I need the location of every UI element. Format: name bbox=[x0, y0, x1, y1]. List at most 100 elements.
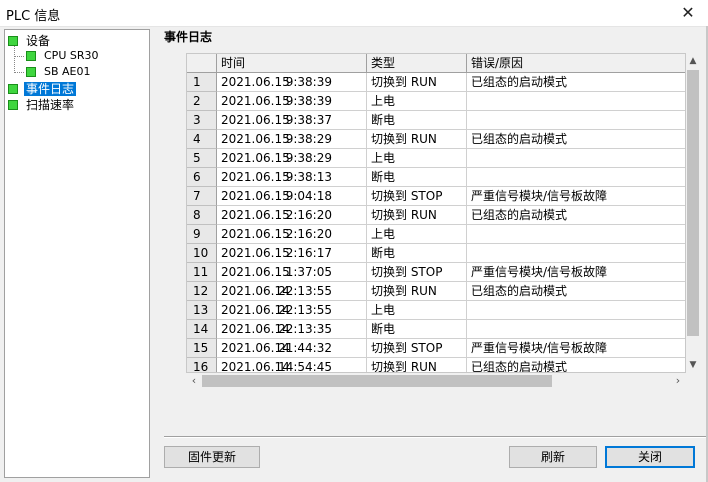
table-row[interactable]: 12 2021.06.14 22:13:55 切换到 RUN 已组态的启动模式 bbox=[187, 282, 685, 301]
time-value: 22:13:55 bbox=[278, 303, 332, 317]
table-row[interactable]: 4 2021.06.15 9:38:29 切换到 RUN 已组态的启动模式 bbox=[187, 130, 685, 149]
row-number: 9 bbox=[187, 225, 217, 244]
type-cell: 切换到 STOP bbox=[367, 263, 467, 282]
time-value: 2:16:20 bbox=[285, 227, 332, 241]
table-row[interactable]: 14 2021.06.14 22:13:35 断电 bbox=[187, 320, 685, 339]
firmware-update-button[interactable]: 固件更新 bbox=[164, 446, 260, 468]
type-cell: 断电 bbox=[367, 168, 467, 187]
table-row[interactable]: 3 2021.06.15 9:38:37 断电 bbox=[187, 111, 685, 130]
tree-item-device[interactable]: 设备 bbox=[8, 32, 52, 48]
table-row[interactable]: 9 2021.06.15 2:16:20 上电 bbox=[187, 225, 685, 244]
time-cell: 2021.06.15 9:38:39 bbox=[217, 92, 367, 111]
tree-item-cpu[interactable]: CPU SR30 bbox=[26, 48, 100, 64]
time-cell: 2021.06.15 9:38:13 bbox=[217, 168, 367, 187]
row-number: 1 bbox=[187, 73, 217, 92]
header-num[interactable] bbox=[187, 54, 217, 72]
date-value: 2021.06.15 bbox=[221, 170, 290, 184]
section-title: 事件日志 bbox=[164, 30, 213, 44]
time-value: 21:44:32 bbox=[278, 341, 332, 355]
time-value: 9:38:39 bbox=[285, 94, 332, 108]
time-value: 2:16:17 bbox=[285, 246, 332, 260]
scroll-down-icon[interactable]: ▼ bbox=[686, 357, 700, 373]
table-row[interactable]: 1 2021.06.15 9:38:39 切换到 RUN 已组态的启动模式 bbox=[187, 73, 685, 92]
table-row[interactable]: 2 2021.06.15 9:38:39 上电 bbox=[187, 92, 685, 111]
table-row[interactable]: 6 2021.06.15 9:38:13 断电 bbox=[187, 168, 685, 187]
refresh-button[interactable]: 刷新 bbox=[509, 446, 597, 468]
time-cell: 2021.06.15 9:38:29 bbox=[217, 149, 367, 168]
time-cell: 2021.06.15 2:16:17 bbox=[217, 244, 367, 263]
event-log-table: 时间 类型 错误/原因 1 2021.06.15 9:38:39 切换到 RUN 已组态… bbox=[186, 53, 686, 373]
status-ok-icon bbox=[8, 99, 18, 110]
row-number: 5 bbox=[187, 149, 217, 168]
error-cell: 已组态的启动模式 bbox=[467, 358, 685, 372]
row-number: 14 bbox=[187, 320, 217, 339]
type-cell: 切换到 RUN bbox=[367, 206, 467, 225]
time-value: 9:04:18 bbox=[285, 189, 332, 203]
time-cell: 2021.06.14 22:13:55 bbox=[217, 301, 367, 320]
tree-connector bbox=[14, 45, 15, 73]
status-ok-icon bbox=[26, 51, 36, 61]
table-row[interactable]: 11 2021.06.15 1:37:05 切换到 STOP 严重信号模块/信号板故障 bbox=[187, 263, 685, 282]
table-row[interactable]: 8 2021.06.15 2:16:20 切换到 RUN 已组态的启动模式 bbox=[187, 206, 685, 225]
row-number: 10 bbox=[187, 244, 217, 263]
header-time[interactable]: 时间 bbox=[217, 54, 367, 72]
header-type[interactable]: 类型 bbox=[367, 54, 467, 72]
type-cell: 切换到 STOP bbox=[367, 339, 467, 358]
table-row[interactable]: 13 2021.06.14 22:13:55 上电 bbox=[187, 301, 685, 320]
table-row[interactable]: 7 2021.06.15 9:04:18 切换到 STOP 严重信号模块/信号板故障 bbox=[187, 187, 685, 206]
type-cell: 切换到 STOP bbox=[367, 187, 467, 206]
time-cell: 2021.06.14 22:13:55 bbox=[217, 282, 367, 301]
error-cell bbox=[467, 244, 685, 263]
tree-item-sb[interactable]: SB AE01 bbox=[26, 64, 93, 80]
time-cell: 2021.06.15 2:16:20 bbox=[217, 206, 367, 225]
time-value: 1:37:05 bbox=[285, 265, 332, 279]
date-value: 2021.06.15 bbox=[221, 189, 290, 203]
tree-item-scan-rate[interactable]: 扫描速率 bbox=[8, 96, 76, 112]
row-number: 4 bbox=[187, 130, 217, 149]
time-cell: 2021.06.14 21:44:32 bbox=[217, 339, 367, 358]
scroll-up-icon[interactable]: ▲ bbox=[686, 53, 700, 69]
table-row[interactable]: 16 2021.06.14 14:54:45 切换到 RUN 已组态的启动模式 bbox=[187, 358, 685, 373]
time-cell: 2021.06.15 2:16:20 bbox=[217, 225, 367, 244]
row-number: 12 bbox=[187, 282, 217, 301]
date-value: 2021.06.15 bbox=[221, 246, 290, 260]
type-cell: 切换到 RUN bbox=[367, 130, 467, 149]
time-cell: 2021.06.15 9:38:39 bbox=[217, 73, 367, 92]
error-cell: 严重信号模块/信号板故障 bbox=[467, 187, 685, 206]
date-value: 2021.06.15 bbox=[221, 113, 290, 127]
tree-connector bbox=[14, 56, 24, 57]
scroll-thumb[interactable] bbox=[202, 375, 552, 387]
row-number: 15 bbox=[187, 339, 217, 358]
type-cell: 上电 bbox=[367, 149, 467, 168]
time-cell: 2021.06.15 1:37:05 bbox=[217, 263, 367, 282]
date-value: 2021.06.15 bbox=[221, 75, 290, 89]
vertical-scrollbar[interactable]: ▲ ▼ bbox=[686, 53, 700, 373]
error-cell bbox=[467, 111, 685, 130]
scroll-left-icon[interactable]: ‹ bbox=[186, 373, 202, 389]
row-number: 8 bbox=[187, 206, 217, 225]
horizontal-scrollbar[interactable]: ‹ › bbox=[186, 373, 686, 389]
error-cell bbox=[467, 168, 685, 187]
scroll-thumb[interactable] bbox=[687, 70, 699, 336]
type-cell: 上电 bbox=[367, 301, 467, 320]
type-cell: 切换到 RUN bbox=[367, 73, 467, 92]
close-button[interactable]: 关闭 bbox=[605, 446, 695, 468]
table-row[interactable]: 5 2021.06.15 9:38:29 上电 bbox=[187, 149, 685, 168]
table-row[interactable]: 10 2021.06.15 2:16:17 断电 bbox=[187, 244, 685, 263]
row-number: 7 bbox=[187, 187, 217, 206]
time-value: 22:13:35 bbox=[278, 322, 332, 336]
table-row[interactable]: 15 2021.06.14 21:44:32 切换到 STOP 严重信号模块/信号板故障 bbox=[187, 339, 685, 358]
error-cell bbox=[467, 92, 685, 111]
row-number: 11 bbox=[187, 263, 217, 282]
tree-item-event-log[interactable]: 事件日志 bbox=[8, 80, 77, 96]
date-value: 2021.06.15 bbox=[221, 208, 290, 222]
status-ok-icon bbox=[8, 83, 18, 94]
header-error[interactable]: 错误/原因 bbox=[467, 54, 685, 72]
close-icon[interactable]: ✕ bbox=[668, 0, 708, 26]
time-cell: 2021.06.14 14:54:45 bbox=[217, 358, 367, 373]
error-cell: 严重信号模块/信号板故障 bbox=[467, 339, 685, 358]
scroll-right-icon[interactable]: › bbox=[670, 373, 686, 389]
time-value: 14:54:45 bbox=[278, 360, 332, 373]
row-number: 3 bbox=[187, 111, 217, 130]
divider bbox=[164, 436, 708, 438]
